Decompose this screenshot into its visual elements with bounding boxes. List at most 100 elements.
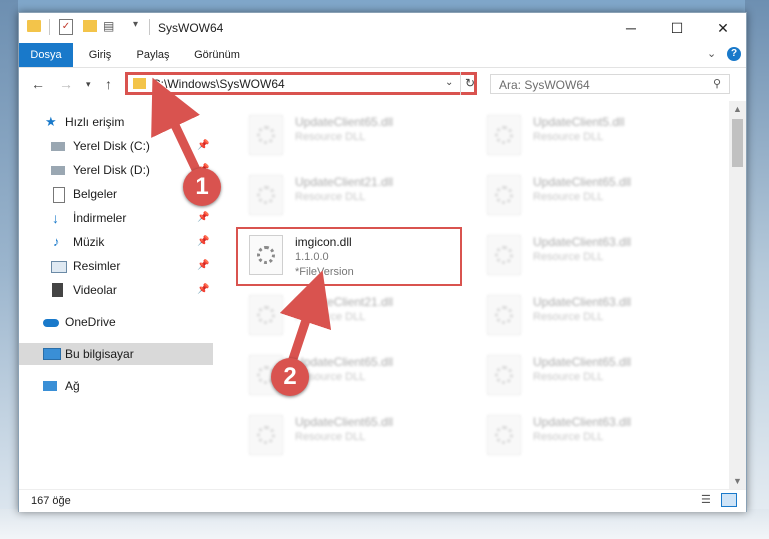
- sidebar-item-drive-c[interactable]: Yerel Disk (C:) 📌: [19, 135, 213, 157]
- sidebar-item-network[interactable]: Ağ: [19, 375, 213, 397]
- sidebar-item-quick-access[interactable]: ★ Hızlı erişim: [19, 111, 213, 133]
- dll-file-icon: [249, 295, 283, 335]
- title-bar: ✓ ▤ ▾ SysWOW64 ─ ☐ ✕: [19, 13, 746, 43]
- pin-icon[interactable]: 📌: [197, 255, 209, 277]
- gear-icon: [495, 306, 513, 324]
- customize-toolbar-chevron-icon[interactable]: ▾: [133, 19, 138, 30]
- details-view-icon[interactable]: ☰: [701, 494, 715, 506]
- scroll-up-arrow-icon[interactable]: ▲: [729, 101, 746, 117]
- address-path[interactable]: C:\Windows\SysWOW64: [152, 77, 285, 91]
- drive-icon: [51, 166, 65, 175]
- file-name: UpdateClient65.dll: [295, 415, 394, 429]
- cloud-icon: [43, 319, 59, 327]
- refresh-icon[interactable]: ↻: [460, 72, 479, 95]
- vertical-scrollbar[interactable]: ▲ ▼: [729, 101, 746, 489]
- file-type: Resource DLL: [533, 431, 604, 443]
- search-icon: ⚲: [712, 78, 721, 90]
- tab-home[interactable]: Giriş: [75, 43, 125, 67]
- close-button[interactable]: ✕: [700, 13, 746, 43]
- pin-icon[interactable]: 📌: [197, 207, 209, 229]
- pin-icon[interactable]: 📌: [197, 231, 209, 253]
- file-item[interactable]: UpdateClient63.dll Resource DLL: [479, 289, 699, 345]
- file-type: Resource DLL: [295, 431, 366, 443]
- sidebar-item-drive-d[interactable]: Yerel Disk (D:) 📌: [19, 159, 213, 181]
- tab-view[interactable]: Görünüm: [185, 43, 249, 67]
- tab-share[interactable]: Paylaş: [127, 43, 179, 67]
- scroll-down-arrow-icon[interactable]: ▼: [729, 473, 746, 489]
- gear-icon: [257, 306, 275, 324]
- file-item[interactable]: UpdateClient63.dll Resource DLL: [479, 409, 699, 465]
- dll-file-icon: [249, 175, 283, 215]
- file-item[interactable]: UpdateClient5.dll Resource DLL: [479, 109, 699, 165]
- file-item[interactable]: UpdateClient65.dll Resource DLL: [241, 109, 461, 165]
- file-name: UpdateClient63.dll: [533, 295, 632, 309]
- desktop-background-bottom: [0, 509, 769, 539]
- maximize-button[interactable]: ☐: [654, 13, 700, 43]
- dll-file-icon: [487, 175, 521, 215]
- dll-file-icon: [487, 415, 521, 455]
- sidebar-item-music[interactable]: ♪ Müzik 📌: [19, 231, 213, 253]
- sidebar-item-label: Ağ: [65, 379, 80, 393]
- file-item[interactable]: UpdateClient65.dll Resource DLL: [479, 349, 699, 405]
- file-item[interactable]: UpdateClient21.dll Resource DLL: [241, 169, 461, 225]
- tab-file[interactable]: Dosya: [19, 43, 73, 67]
- back-arrow-icon[interactable]: ←: [31, 76, 45, 92]
- file-name: UpdateClient21.dll: [295, 295, 394, 309]
- scrollbar-thumb[interactable]: [732, 119, 743, 167]
- sidebar-item-downloads[interactable]: ↓ İndirmeler 📌: [19, 207, 213, 229]
- desktop-background-right: [745, 0, 769, 539]
- file-item[interactable]: UpdateClient21.dll Resource DLL: [241, 289, 461, 345]
- new-folder-icon[interactable]: [83, 20, 97, 32]
- help-icon[interactable]: ?: [727, 47, 741, 61]
- file-type: Resource DLL: [533, 251, 604, 263]
- gear-icon: [495, 246, 513, 264]
- file-item[interactable]: UpdateClient65.dll Resource DLL: [241, 409, 461, 465]
- dll-file-icon: [249, 115, 283, 155]
- dll-file-icon: [487, 355, 521, 395]
- minimize-button[interactable]: ─: [608, 13, 654, 43]
- network-icon: [43, 381, 57, 391]
- music-icon: ♪: [53, 234, 60, 249]
- tiles-view-icon[interactable]: [721, 493, 737, 507]
- gear-icon: [495, 426, 513, 444]
- file-type: Resource DLL: [295, 191, 366, 203]
- address-bar[interactable]: C:\Windows\SysWOW64 ⌄ ↻: [125, 72, 477, 95]
- recent-locations-chevron-icon[interactable]: ▾: [86, 79, 91, 90]
- ribbon-tabs: Dosya Giriş Paylaş Görünüm ⌄ ?: [19, 43, 746, 68]
- file-type: Resource DLL: [533, 131, 604, 143]
- file-item[interactable]: UpdateClient63.dll Resource DLL: [479, 229, 699, 285]
- file-name: UpdateClient65.dll: [295, 355, 394, 369]
- file-type: Resource DLL: [533, 371, 604, 383]
- file-item[interactable]: UpdateClient65.dll Resource DLL: [479, 169, 699, 225]
- step-2-badge: 2: [271, 358, 309, 396]
- file-name: UpdateClient65.dll: [295, 115, 394, 129]
- window-title: SysWOW64: [158, 21, 224, 35]
- up-arrow-icon[interactable]: ↑: [105, 76, 112, 92]
- forward-arrow-icon[interactable]: →: [59, 76, 73, 92]
- gear-icon: [495, 366, 513, 384]
- sidebar-item-label: OneDrive: [65, 315, 116, 329]
- sidebar-item-this-pc[interactable]: Bu bilgisayar: [19, 343, 213, 365]
- search-input[interactable]: Ara: SysWOW64 ⚲: [490, 74, 730, 94]
- highlight-box-imgicon: [236, 227, 462, 286]
- folder-icon: [27, 20, 41, 32]
- pin-icon[interactable]: 📌: [197, 135, 209, 157]
- navigation-bar: ← → ▾ ↑ C:\Windows\SysWOW64 ⌄ ↻ Ara: Sys…: [19, 68, 746, 100]
- gear-icon: [257, 426, 275, 444]
- item-count: 167 öğe: [31, 495, 71, 507]
- properties-check-icon[interactable]: ✓: [59, 19, 73, 35]
- dll-file-icon: [487, 235, 521, 275]
- file-name: UpdateClient63.dll: [533, 415, 632, 429]
- quick-access-properties-icon[interactable]: ▤: [103, 19, 117, 33]
- dll-file-icon: [487, 295, 521, 335]
- address-dropdown-chevron-icon[interactable]: ⌄: [445, 77, 453, 88]
- step-1-badge: 1: [183, 168, 221, 206]
- sidebar-item-videos[interactable]: Videolar 📌: [19, 279, 213, 301]
- video-icon: [52, 283, 63, 297]
- pin-icon[interactable]: 📌: [197, 279, 209, 301]
- sidebar-item-onedrive[interactable]: OneDrive: [19, 311, 213, 333]
- sidebar-item-label: Müzik: [73, 235, 105, 249]
- expand-ribbon-chevron-icon[interactable]: ⌄: [707, 47, 716, 60]
- sidebar-item-pictures[interactable]: Resimler 📌: [19, 255, 213, 277]
- folder-icon: [133, 78, 146, 89]
